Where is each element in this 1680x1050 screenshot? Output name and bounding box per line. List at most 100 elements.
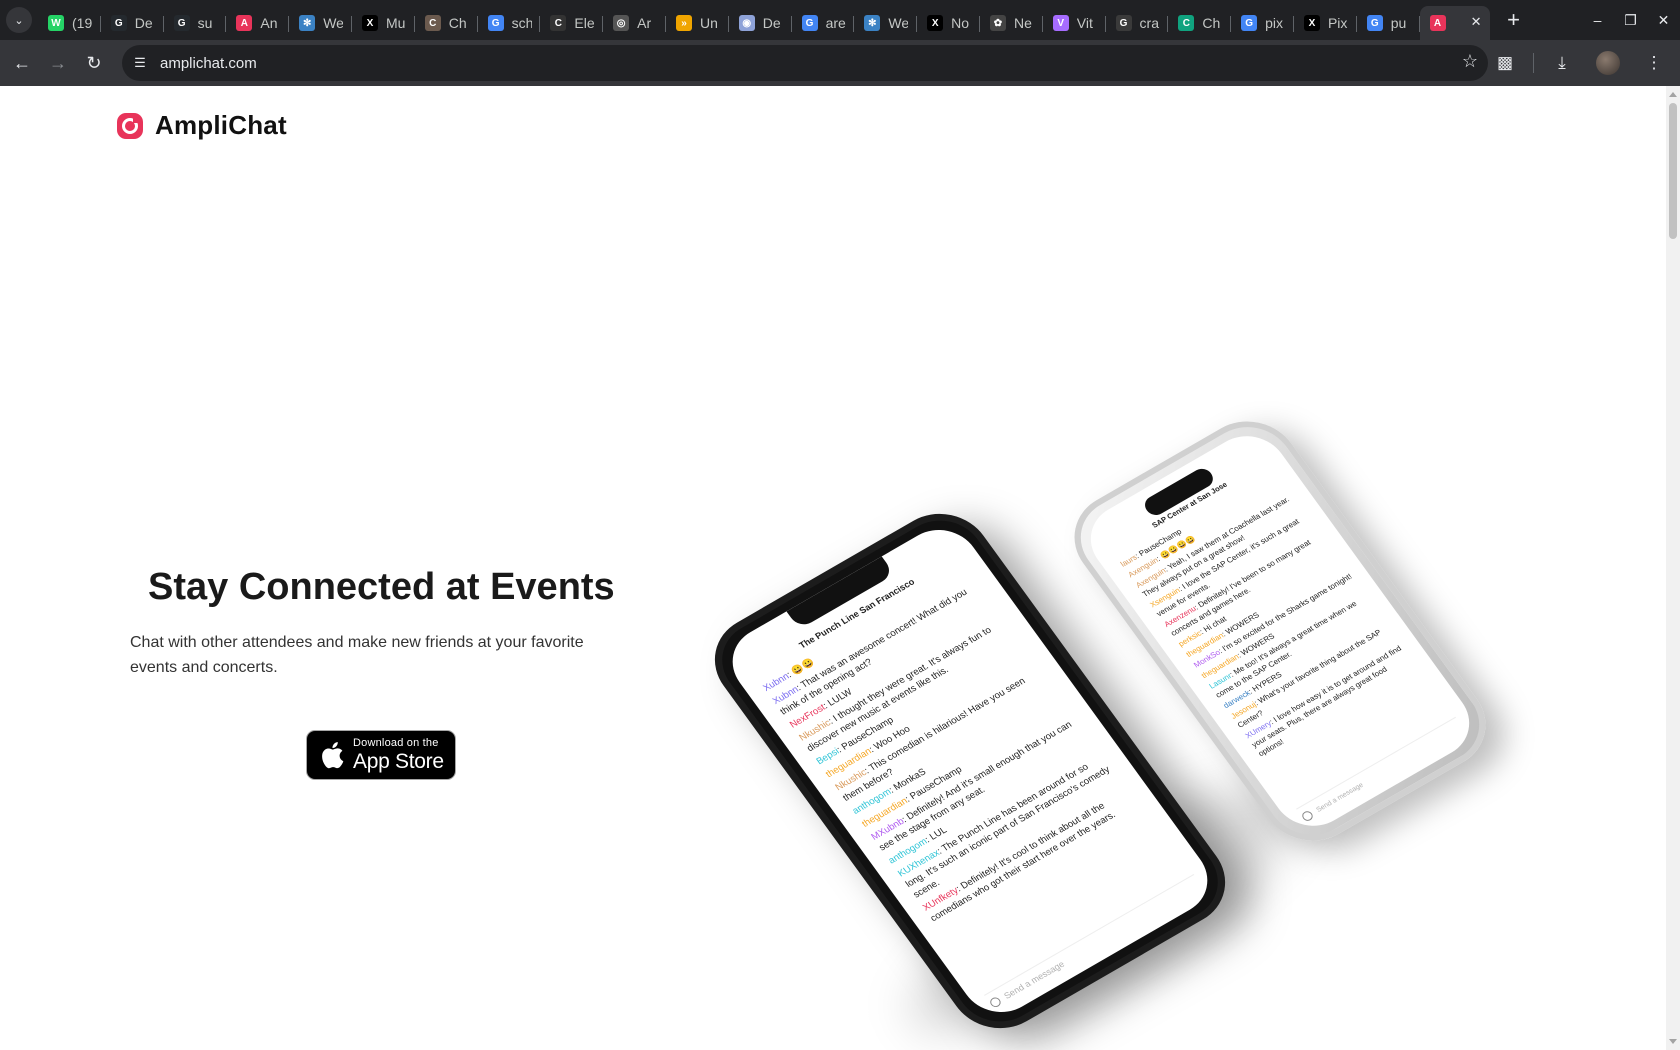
browser-tab[interactable]: X Mu — [352, 6, 415, 40]
browser-toolbar: ← → ↻ ☰ amplichat.com ☆ ▩ ⤓ ⋮ — [0, 40, 1680, 86]
browser-tab[interactable]: Gsch — [478, 6, 541, 40]
browser-tab[interactable]: A ✕ — [1419, 6, 1490, 40]
browser-tab[interactable]: C Ch — [415, 6, 478, 40]
profile-icon: C — [424, 15, 441, 31]
window-controls: – ❐ ✕ — [1581, 0, 1680, 40]
browser-tab[interactable]: G De — [101, 6, 164, 40]
avatar — [1596, 51, 1620, 75]
scroll-up-arrow-icon[interactable] — [1669, 92, 1677, 97]
tab-title: (19 — [72, 15, 92, 31]
message-composer: Send a message — [1296, 716, 1466, 823]
browser-tab[interactable]: X Pix — [1294, 6, 1357, 40]
github-icon: G — [173, 15, 190, 31]
whatsapp-icon: W — [48, 15, 64, 31]
github-icon: G — [110, 15, 127, 31]
message-composer: Send a message — [984, 874, 1204, 1009]
hero-title: Stay Connected at Events — [148, 566, 615, 608]
close-window-icon[interactable]: ✕ — [1647, 0, 1680, 40]
menu-kebab-icon[interactable]: ⋮ — [1636, 45, 1672, 81]
tab-title: Un — [699, 15, 718, 31]
brand-name: AmpliChat — [155, 110, 287, 140]
reload-icon[interactable]: ↻ — [76, 45, 112, 81]
toolbar-actions: ▩ ⤓ ⋮ — [1487, 45, 1672, 81]
tab-title: Ne — [1013, 15, 1032, 31]
browser-tab[interactable]: ◎ Ar — [603, 6, 666, 40]
x-icon: X — [927, 15, 944, 31]
amplichat-logo-icon — [117, 112, 143, 139]
tab-title: are — [825, 15, 846, 31]
browser-tab[interactable]: Gsu — [164, 6, 227, 40]
back-icon[interactable]: ← — [4, 45, 40, 81]
vite-icon: V — [1052, 15, 1069, 31]
tab-strip: ⌄ W (19 G De Gsu A An ✻ We X Mu C Ch Gsch C Ele ◎ Ar » Un ◉ D… — [0, 0, 1680, 40]
browser-tab[interactable]: A An — [226, 6, 289, 40]
tab-title: Ele — [574, 15, 595, 31]
bookmark-star-icon[interactable]: ☆ — [1462, 51, 1478, 72]
tab-title: Vit — [1076, 15, 1093, 31]
tab-search-icon[interactable]: ⌄ — [6, 7, 32, 33]
browser-tab[interactable]: ✻ We — [289, 6, 352, 40]
minimize-icon[interactable]: – — [1581, 0, 1614, 40]
react-icon: ✻ — [299, 15, 316, 31]
restore-icon[interactable]: ❐ — [1614, 0, 1647, 40]
browser-tab[interactable]: C Ele — [540, 6, 603, 40]
phone-mockups: SAP Center at San Jose laurs: PauseChamp… — [695, 326, 1560, 1050]
hero-subtitle: Chat with other attendees and make new f… — [130, 634, 584, 676]
page-scrollbar[interactable] — [1666, 86, 1680, 1050]
tab-title: De — [762, 15, 781, 31]
browser-tab[interactable]: Gare — [792, 6, 855, 40]
deepseek-icon: ◉ — [738, 15, 755, 31]
browser-tab[interactable]: Gpix — [1231, 6, 1294, 40]
new-tab-button[interactable]: + — [1500, 6, 1528, 34]
browser-tab[interactable]: ◉ De — [729, 6, 792, 40]
scroll-down-arrow-icon[interactable] — [1669, 1039, 1677, 1044]
browser-tab[interactable]: » Un — [666, 6, 729, 40]
appstore-small-label: Download on the — [353, 737, 439, 749]
emoji-icon — [1300, 809, 1315, 823]
site-logo[interactable]: AmpliChat — [116, 110, 287, 141]
browser-tab[interactable]: ✻ We — [854, 6, 917, 40]
browser-tab[interactable]: V Vit — [1043, 6, 1106, 40]
apple-icon — [322, 742, 344, 769]
site-info-icon[interactable]: ☰ — [126, 49, 154, 77]
browser-tab[interactable]: X No — [917, 6, 980, 40]
tab-title: su — [197, 15, 213, 31]
url-text[interactable]: amplichat.com — [160, 55, 257, 72]
x-icon: X — [361, 15, 378, 31]
download-icon[interactable]: ⤓ — [1544, 45, 1580, 81]
browser-tab[interactable]: ✿ Ne — [980, 6, 1043, 40]
amplichat-icon: A — [236, 15, 253, 31]
openai-icon: ✿ — [989, 15, 1006, 31]
browser-tab[interactable]: W (19 — [38, 6, 101, 40]
browser-tab[interactable]: C Ch — [1168, 6, 1231, 40]
emoji-icon — [988, 995, 1003, 1009]
tab-title: No — [951, 15, 970, 31]
browser-tab[interactable]: Gcra — [1106, 6, 1169, 40]
tab-title: sch — [511, 15, 532, 31]
forward-icon[interactable]: → — [40, 45, 76, 81]
google-icon: G — [1366, 15, 1383, 31]
x-icon: X — [1303, 15, 1320, 31]
tab-title: Ar — [637, 15, 652, 31]
browser-tab[interactable]: Gpu — [1357, 6, 1420, 40]
tab-title: Ch — [1202, 15, 1221, 31]
extensions-icon[interactable]: ▩ — [1487, 45, 1523, 81]
address-bar[interactable]: ☰ amplichat.com ☆ — [122, 45, 1488, 81]
tab-title: cra — [1139, 15, 1159, 31]
page-viewport: AmpliChat Stay Connected at Events Chat … — [0, 86, 1666, 1050]
google-icon: G — [801, 15, 818, 31]
appstore-big-label: App Store — [353, 750, 444, 773]
github-icon: G — [1115, 15, 1132, 31]
toolbar-divider — [1533, 53, 1534, 73]
chatgpt-icon: C — [1178, 15, 1195, 31]
close-tab-icon[interactable]: ✕ — [1471, 14, 1482, 30]
scrollbar-thumb[interactable] — [1669, 103, 1677, 239]
google-icon: G — [1241, 15, 1258, 31]
app-store-button[interactable]: Download on the App Store — [306, 730, 456, 780]
react-icon: ✻ — [864, 15, 881, 31]
tab-list: W (19 G De Gsu A An ✻ We X Mu C Ch Gsch C Ele ◎ Ar» Un ◉ De G… — [38, 0, 1490, 40]
tab-title: Pix — [1327, 15, 1348, 31]
tab-title: We — [888, 15, 909, 31]
globe-icon: ◎ — [613, 15, 630, 31]
profile-avatar[interactable] — [1590, 45, 1626, 81]
